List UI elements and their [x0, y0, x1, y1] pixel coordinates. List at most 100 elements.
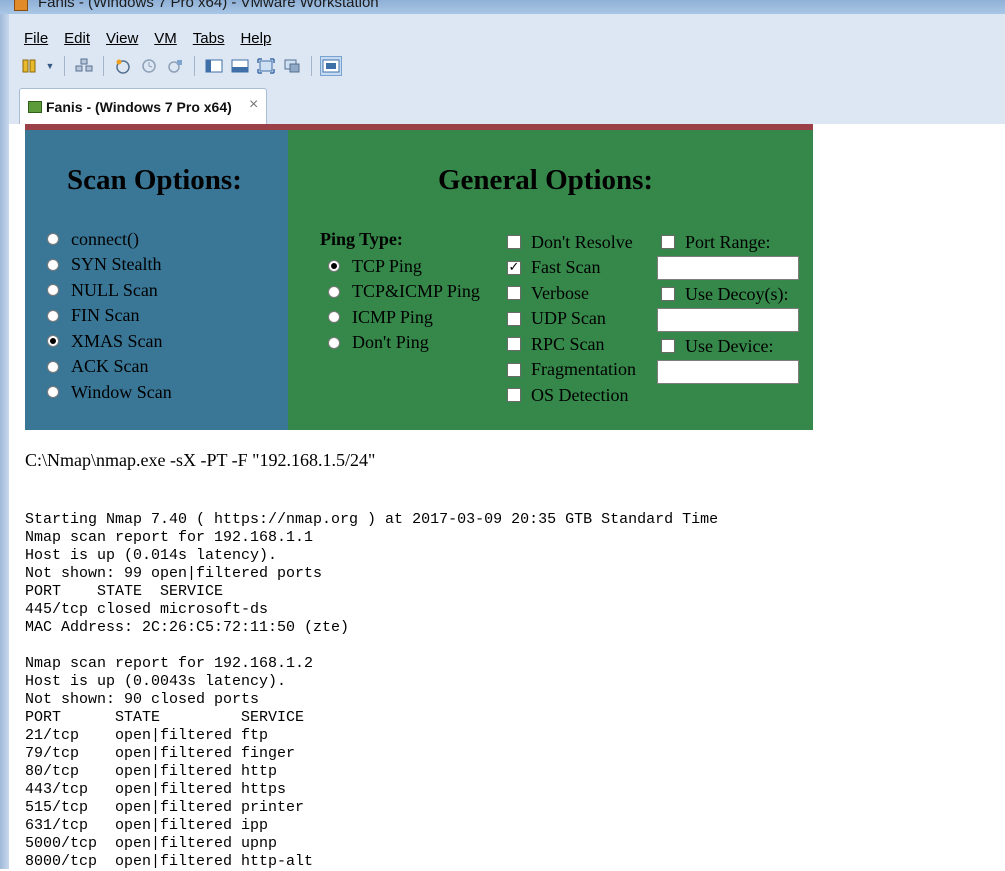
- suspend-icon[interactable]: [18, 56, 40, 76]
- vm-tab-label: Fanis - (Windows 7 Pro x64): [46, 99, 232, 115]
- scan-option-connect[interactable]: connect(): [47, 228, 139, 250]
- show-thumbnails-icon[interactable]: [229, 56, 251, 76]
- option-fast-scan[interactable]: ✓ Fast Scan: [507, 257, 601, 279]
- scan-option-syn-stealth[interactable]: SYN Stealth: [47, 254, 162, 276]
- radio-button[interactable]: [47, 309, 59, 322]
- option-os-detection[interactable]: OS Detection: [507, 384, 628, 406]
- ping-option-label: Don't Ping: [352, 332, 429, 352]
- option-label: Use Device:: [685, 335, 774, 356]
- radio-button[interactable]: [328, 285, 340, 298]
- checkbox[interactable]: [507, 311, 521, 326]
- ping-option-label: ICMP Ping: [352, 306, 433, 327]
- console-view-icon[interactable]: [320, 56, 342, 76]
- vm-tab[interactable]: Fanis - (Windows 7 Pro x64) ×: [19, 88, 267, 124]
- vm-tab-strip: Fanis - (Windows 7 Pro x64) ×: [9, 84, 1005, 124]
- menu-bar: File Edit View VM Tabs Help: [16, 28, 279, 50]
- general-options-panel: General Options: Ping Type: TCP Ping TCP&…: [288, 130, 813, 430]
- nmap-output: Starting Nmap 7.40 ( https://nmap.org ) …: [25, 511, 719, 870]
- window-frame: [0, 14, 9, 869]
- radio-button[interactable]: [328, 311, 340, 323]
- toolbar-separator: [64, 56, 65, 76]
- option-label: RPC Scan: [531, 333, 605, 354]
- option-label: Port Range:: [685, 231, 771, 252]
- use-decoy-s-input[interactable]: [657, 308, 799, 332]
- option-use-decoy-s[interactable]: Use Decoy(s):: [661, 283, 788, 305]
- scan-option-window-scan[interactable]: Window Scan: [47, 381, 172, 403]
- radio-button[interactable]: [47, 284, 59, 296]
- checkbox[interactable]: [507, 286, 521, 300]
- scan-option-xmas-scan[interactable]: XMAS Scan: [47, 330, 163, 352]
- menu-edit[interactable]: Edit: [56, 28, 98, 50]
- scan-options-title: Scan Options:: [67, 164, 242, 196]
- checkbox[interactable]: [507, 388, 521, 402]
- toolbar-separator: [194, 56, 195, 76]
- checkbox[interactable]: [507, 362, 521, 377]
- scan-option-label: Window Scan: [71, 381, 172, 402]
- unity-icon[interactable]: [281, 56, 303, 76]
- scan-option-label: SYN Stealth: [71, 254, 162, 274]
- ping-option-tcp-icmp-ping[interactable]: TCP&ICMP Ping: [328, 281, 480, 303]
- scan-option-label: NULL Scan: [71, 279, 158, 300]
- checkbox[interactable]: [507, 235, 521, 249]
- checkbox[interactable]: [661, 287, 675, 301]
- command-line: C:\Nmap\nmap.exe -sX -PT -F "192.168.1.5…: [25, 450, 376, 470]
- radio-button[interactable]: [47, 386, 59, 398]
- menu-tabs[interactable]: Tabs: [185, 28, 233, 50]
- scan-option-null-scan[interactable]: NULL Scan: [47, 279, 158, 301]
- option-fragmentation[interactable]: Fragmentation: [507, 359, 636, 381]
- snapshot-icon[interactable]: [112, 56, 134, 76]
- ping-type-label: Ping Type:: [320, 229, 403, 249]
- vm-running-icon: [28, 101, 42, 113]
- window-title-bar[interactable]: Fanis - (Windows 7 Pro x64) - VMware Wor…: [0, 0, 1005, 14]
- option-use-device[interactable]: Use Device:: [661, 335, 773, 357]
- option-verbose[interactable]: Verbose: [507, 282, 589, 304]
- scan-option-fin-scan[interactable]: FIN Scan: [47, 305, 140, 327]
- checkbox[interactable]: [507, 337, 521, 351]
- radio-button[interactable]: [47, 258, 59, 271]
- menu-view[interactable]: View: [98, 28, 146, 50]
- vmware-app-icon: [14, 0, 28, 11]
- radio-button[interactable]: [47, 233, 59, 245]
- option-port-range[interactable]: Port Range:: [661, 231, 771, 253]
- revert-snapshot-icon[interactable]: [138, 56, 160, 76]
- toolbar-separator: [103, 56, 104, 76]
- guest-screen[interactable]: Scan Options: connect() SYN Stealth NULL S…: [9, 124, 1005, 870]
- general-options-title: General Options:: [438, 164, 654, 196]
- option-label: Fast Scan: [531, 257, 601, 277]
- radio-button[interactable]: [328, 336, 340, 349]
- close-icon[interactable]: ×: [249, 96, 258, 114]
- show-library-icon[interactable]: [203, 56, 225, 76]
- toolbar-separator: [311, 56, 312, 76]
- option-don-t-resolve[interactable]: Don't Resolve: [507, 231, 633, 253]
- network-icon[interactable]: [73, 56, 95, 76]
- radio-button[interactable]: [328, 260, 340, 272]
- option-label: OS Detection: [531, 384, 629, 405]
- checkbox[interactable]: [661, 339, 675, 353]
- checkbox[interactable]: ✓: [507, 260, 521, 275]
- ping-option-don-t-ping[interactable]: Don't Ping: [328, 332, 429, 354]
- snapshot-manager-icon[interactable]: [164, 56, 186, 76]
- radio-button[interactable]: [47, 360, 59, 373]
- radio-button[interactable]: [47, 335, 59, 347]
- chevron-down-icon[interactable]: ▼: [44, 56, 56, 76]
- scan-option-label: connect(): [71, 228, 139, 249]
- ping-option-tcp-ping[interactable]: TCP Ping: [328, 255, 422, 277]
- menu-vm[interactable]: VM: [146, 28, 185, 50]
- option-label: Don't Resolve: [531, 231, 633, 252]
- menu-help[interactable]: Help: [232, 28, 279, 50]
- scan-option-label: ACK Scan: [71, 356, 149, 376]
- scan-option-ack-scan[interactable]: ACK Scan: [47, 356, 149, 378]
- ping-option-icmp-ping[interactable]: ICMP Ping: [328, 306, 433, 328]
- menu-file[interactable]: File: [16, 28, 56, 50]
- option-rpc-scan[interactable]: RPC Scan: [507, 333, 605, 355]
- option-label: UDP Scan: [531, 308, 606, 328]
- checkbox[interactable]: [661, 235, 675, 249]
- option-udp-scan[interactable]: UDP Scan: [507, 308, 606, 330]
- use-device-input[interactable]: [657, 360, 799, 384]
- option-label: Verbose: [531, 282, 589, 303]
- port-range-input[interactable]: [657, 256, 799, 280]
- ping-option-label: TCP&ICMP Ping: [352, 281, 480, 301]
- scan-option-label: FIN Scan: [71, 305, 140, 325]
- full-screen-icon[interactable]: [255, 56, 277, 76]
- window-title: Fanis - (Windows 7 Pro x64) - VMware Wor…: [38, 0, 379, 11]
